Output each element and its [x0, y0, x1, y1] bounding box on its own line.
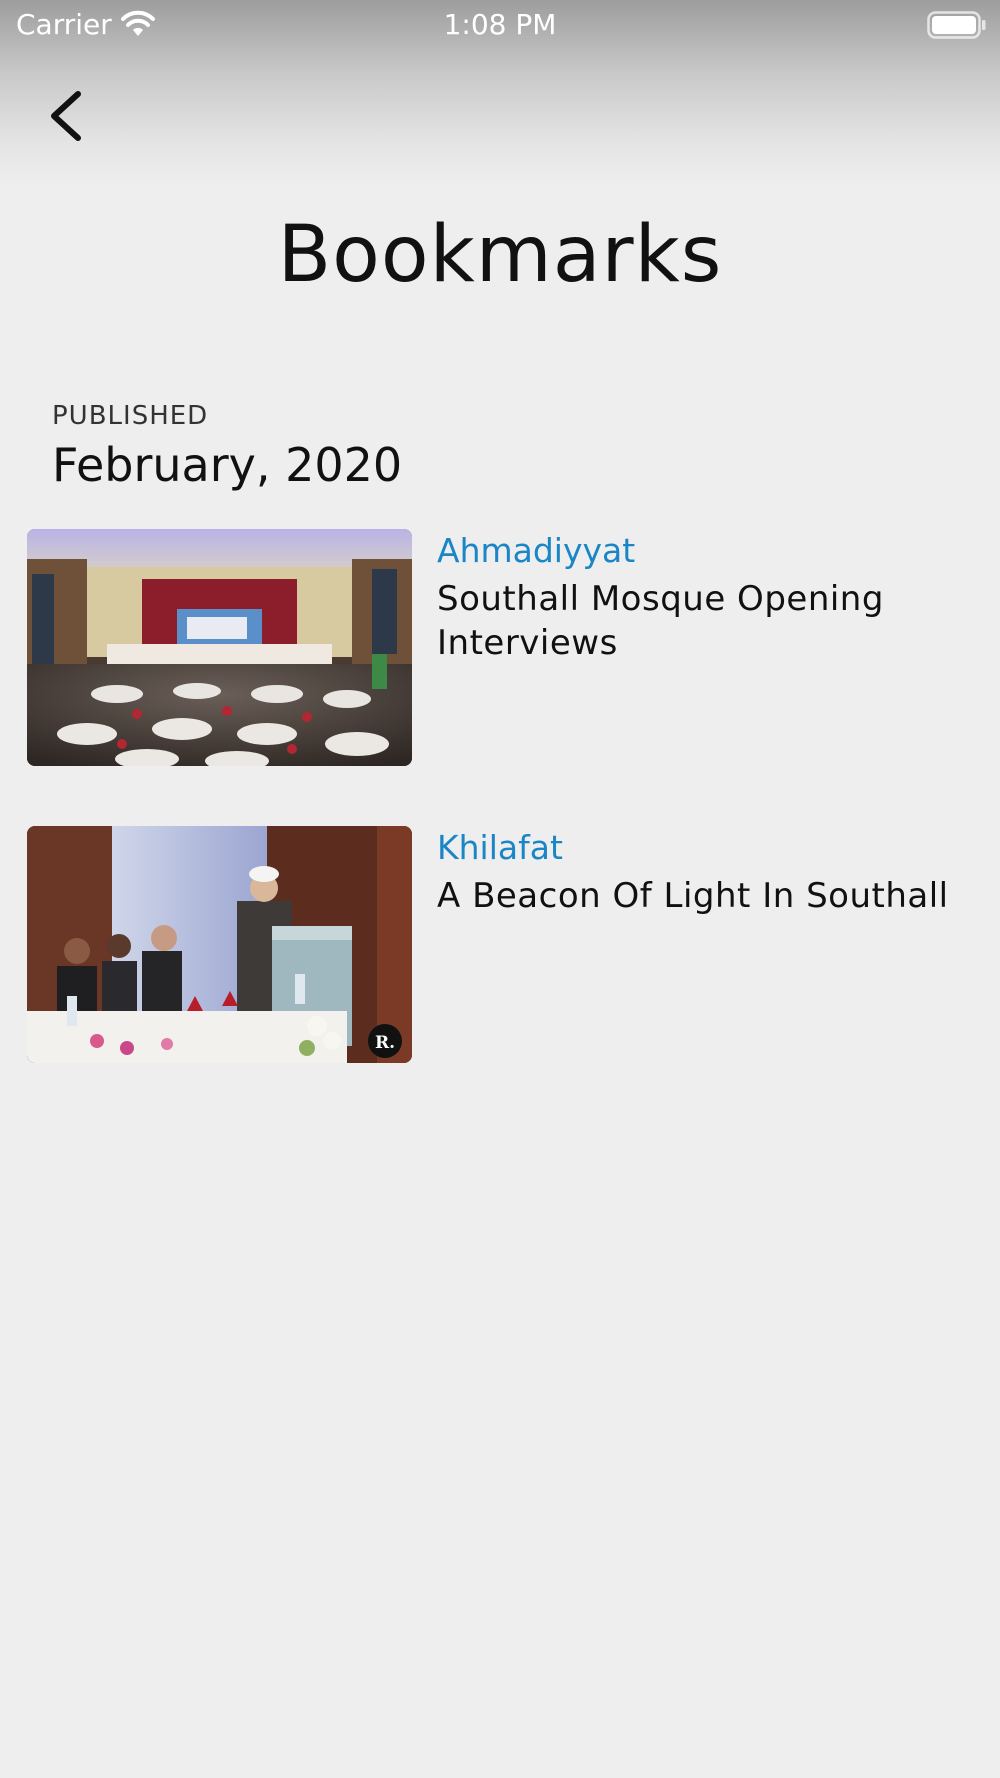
bookmark-title[interactable]: Southall Mosque Opening Interviews [437, 577, 977, 665]
bookmark-thumbnail [27, 529, 412, 766]
bookmark-card[interactable]: Ahmadiyyat Southall Mosque Opening Inter… [27, 529, 987, 769]
status-bar: Carrier 1:08 PM [0, 0, 1000, 52]
bookmark-thumbnail: R. [27, 826, 412, 1063]
bookmark-category[interactable]: Khilafat [437, 826, 563, 870]
svg-text:R.: R. [375, 1033, 395, 1053]
bookmark-title[interactable]: A Beacon Of Light In Southall [437, 874, 977, 918]
bookmark-card[interactable]: R. Khilafat A Beacon Of Light In Southal… [27, 826, 987, 1066]
status-time: 1:08 PM [443, 8, 557, 41]
page-title: Bookmarks [277, 210, 723, 300]
battery-icon [927, 11, 987, 43]
section-caption: PUBLISHED [52, 401, 209, 431]
back-button[interactable] [38, 80, 98, 152]
bookmark-category[interactable]: Ahmadiyyat [437, 529, 635, 573]
chevron-left-icon [51, 91, 81, 141]
section-date: February, 2020 [52, 438, 403, 492]
